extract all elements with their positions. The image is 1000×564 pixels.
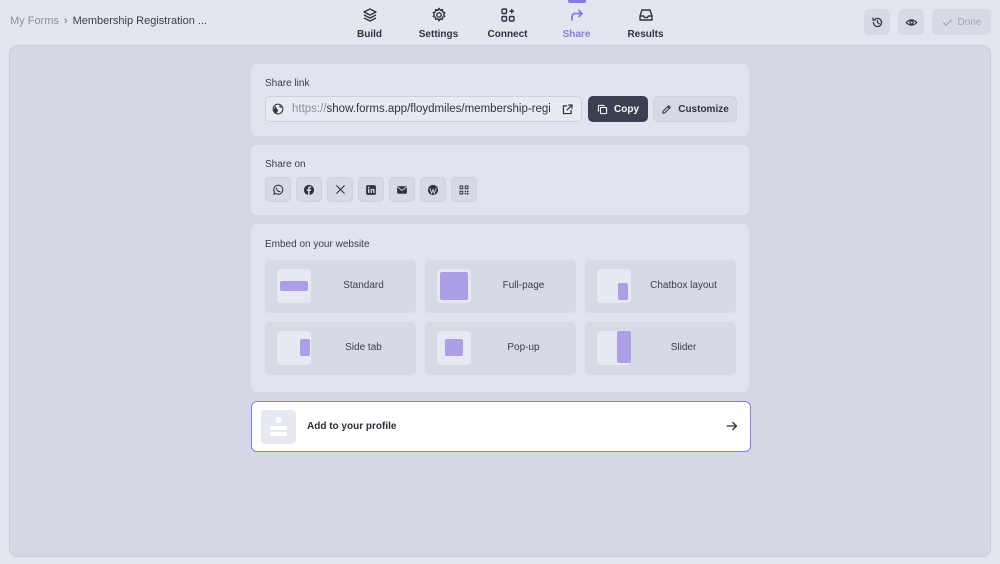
tab-connect[interactable]: Connect xyxy=(473,0,542,40)
tab-share[interactable]: Share xyxy=(542,0,611,40)
copy-button[interactable]: Copy xyxy=(588,96,648,122)
share-canvas: Share link https://show.forms.app/floydm… xyxy=(9,45,991,557)
breadcrumb-separator: › xyxy=(63,15,68,27)
top-bar: My Forms › Membership Registration ... B… xyxy=(0,0,1000,44)
copy-icon xyxy=(597,104,608,114)
share-link-protocol: https:// xyxy=(292,103,327,115)
breadcrumb-my-forms[interactable]: My Forms xyxy=(10,15,59,27)
connect-icon xyxy=(500,8,515,22)
embed-full-page[interactable]: Full-page xyxy=(425,260,576,313)
breadcrumb: My Forms › Membership Registration ... xyxy=(10,15,207,27)
share-link-url[interactable]: https://show.forms.app/floydmiles/member… xyxy=(292,103,550,115)
x-icon xyxy=(335,185,345,194)
gear-icon xyxy=(431,7,446,22)
embed-pop-up-label: Pop-up xyxy=(507,342,540,353)
open-external-icon[interactable] xyxy=(561,103,574,116)
embed-card: Embed on your website Standard Full-page… xyxy=(251,224,749,392)
embed-full-page-label: Full-page xyxy=(502,280,545,291)
arrow-right-icon xyxy=(726,421,738,431)
full-page-layout-icon xyxy=(437,269,471,303)
wordpress-icon xyxy=(427,184,439,195)
embed-side-tab[interactable]: Side tab xyxy=(265,322,416,375)
whatsapp-icon xyxy=(273,184,284,195)
add-to-profile-label: Add to your profile xyxy=(307,421,397,432)
social-buttons xyxy=(265,177,477,202)
embed-side-tab-label: Side tab xyxy=(345,342,382,353)
embed-slider[interactable]: Slider xyxy=(585,322,736,375)
tab-results-label: Results xyxy=(627,29,664,40)
pencil-icon xyxy=(662,104,672,114)
history-button[interactable] xyxy=(864,9,890,35)
facebook-icon xyxy=(303,184,315,195)
embed-slider-label: Slider xyxy=(670,342,697,353)
share-link-field[interactable]: https://show.forms.app/floydmiles/member… xyxy=(265,96,582,122)
qr-code-icon xyxy=(459,185,469,194)
linkedin-icon xyxy=(366,184,376,195)
tab-settings-label: Settings xyxy=(418,29,459,40)
chatbox-layout-icon xyxy=(597,269,631,303)
side-tab-layout-icon xyxy=(277,331,311,365)
copy-label: Copy xyxy=(614,103,639,115)
share-link-title: Share link xyxy=(265,78,310,89)
tab-connect-label: Connect xyxy=(487,29,528,40)
customize-label: Customize xyxy=(678,103,729,115)
share-qr-code-button[interactable] xyxy=(451,177,477,202)
preview-button[interactable] xyxy=(898,9,924,35)
embed-options-grid: Standard Full-page Chatbox layout Side t… xyxy=(265,260,736,375)
share-link-card: Share link https://show.forms.app/floydm… xyxy=(251,64,749,136)
share-email-button[interactable] xyxy=(389,177,415,202)
share-wordpress-button[interactable] xyxy=(420,177,446,202)
tab-build-label: Build xyxy=(357,29,382,40)
share-on-title: Share on xyxy=(265,159,306,170)
tab-results[interactable]: Results xyxy=(611,0,680,40)
tab-settings[interactable]: Settings xyxy=(404,0,473,40)
embed-title: Embed on your website xyxy=(265,239,370,250)
embed-chatbox-label: Chatbox layout xyxy=(650,280,717,291)
eye-icon xyxy=(904,18,918,26)
embed-standard-label: Standard xyxy=(343,280,384,291)
inbox-icon xyxy=(638,9,653,21)
add-to-profile-card[interactable]: Add to your profile xyxy=(251,401,751,452)
standard-layout-icon xyxy=(277,269,311,303)
customize-button[interactable]: Customize xyxy=(653,96,737,122)
done-label: Done xyxy=(957,16,982,28)
share-linkedin-button[interactable] xyxy=(358,177,384,202)
breadcrumb-form-name[interactable]: Membership Registration ... xyxy=(73,15,208,27)
main-tabs: Build Settings Connect Share Results xyxy=(335,0,680,40)
slider-layout-icon xyxy=(597,331,631,365)
embed-pop-up[interactable]: Pop-up xyxy=(425,322,576,375)
profile-card-icon xyxy=(261,410,296,444)
globe-icon xyxy=(272,103,284,115)
embed-chatbox[interactable]: Chatbox layout xyxy=(585,260,736,313)
share-whatsapp-button[interactable] xyxy=(265,177,291,202)
tab-build[interactable]: Build xyxy=(335,0,404,40)
share-on-card: Share on xyxy=(251,145,749,215)
history-icon xyxy=(871,16,882,27)
share-x-button[interactable] xyxy=(327,177,353,202)
layers-icon xyxy=(362,8,377,22)
header-actions: Done xyxy=(864,9,991,35)
share-link-path: show.forms.app/floydmiles/membership-reg… xyxy=(326,103,550,115)
email-icon xyxy=(397,185,407,194)
tab-share-label: Share xyxy=(562,29,591,40)
done-button[interactable]: Done xyxy=(932,9,991,35)
pop-up-layout-icon xyxy=(437,331,471,365)
share-icon xyxy=(570,9,583,21)
check-icon xyxy=(942,18,952,26)
embed-standard[interactable]: Standard xyxy=(265,260,416,313)
share-facebook-button[interactable] xyxy=(296,177,322,202)
